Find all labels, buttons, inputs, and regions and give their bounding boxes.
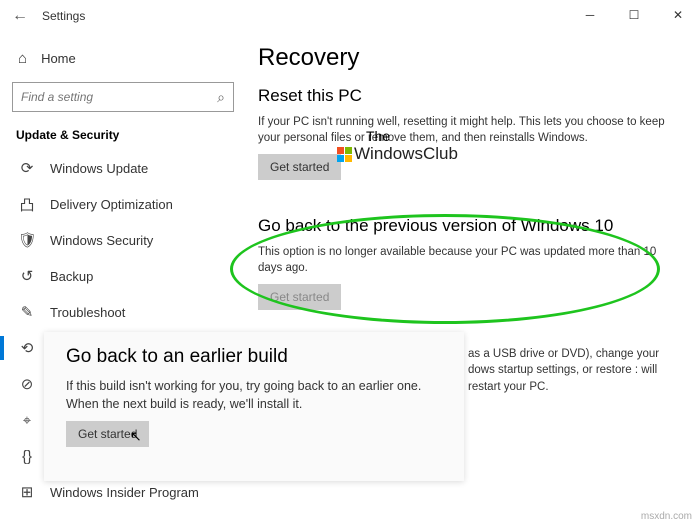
window-title: Settings <box>42 9 85 23</box>
reset-pc-section: Reset this PC If your PC isn't running w… <box>258 86 676 198</box>
activation-icon: ⊘ <box>18 375 36 393</box>
page-title: Recovery <box>258 44 676 72</box>
go-back-section: Go back to the previous version of Windo… <box>258 216 676 328</box>
advanced-body: as a USB drive or DVD), change your dows… <box>468 346 676 394</box>
shield-icon: 🛡 <box>18 231 36 249</box>
popup-get-started-button[interactable]: Get started <box>66 421 149 447</box>
recovery-icon: ⟲ <box>18 339 36 357</box>
back-icon[interactable]: ← <box>12 7 36 25</box>
sidebar-item-backup[interactable]: ↺ Backup <box>12 258 234 294</box>
source-url: msxdn.com <box>641 511 692 522</box>
search-box[interactable]: ⌕ <box>12 82 234 112</box>
popup-body: If this build isn't working for you, try… <box>66 378 446 413</box>
sidebar-item-label: Windows Insider Program <box>50 485 199 500</box>
delivery-icon: 凸 <box>18 194 36 215</box>
goback-body: This option is no longer available becau… <box>258 244 676 276</box>
titlebar: ← Settings ─ ☐ ✕ <box>0 0 700 32</box>
home-label: Home <box>41 51 76 66</box>
sidebar-item-delivery-optimization[interactable]: 凸 Delivery Optimization <box>12 186 234 222</box>
sidebar-item-troubleshoot[interactable]: ✎ Troubleshoot <box>12 294 234 330</box>
reset-heading: Reset this PC <box>258 86 676 106</box>
close-button[interactable]: ✕ <box>656 0 700 30</box>
sync-icon: ⟳ <box>18 159 36 177</box>
troubleshoot-icon: ✎ <box>18 303 36 321</box>
home-icon: ⌂ <box>18 50 27 67</box>
sidebar-item-label: Windows Update <box>50 161 148 176</box>
sidebar-item-label: Troubleshoot <box>50 305 125 320</box>
minimize-button[interactable]: ─ <box>568 0 612 30</box>
backup-icon: ↺ <box>18 267 36 285</box>
reset-body: If your PC isn't running well, resetting… <box>258 114 676 146</box>
window-controls: ─ ☐ ✕ <box>568 0 700 30</box>
sidebar-item-windows-security[interactable]: 🛡 Windows Security <box>12 222 234 258</box>
insider-icon: ⊞ <box>18 483 36 501</box>
search-icon: ⌕ <box>217 89 225 106</box>
find-icon: ⌖ <box>18 412 36 429</box>
home-nav[interactable]: ⌂ Home <box>12 40 234 76</box>
goback-get-started-button: Get started <box>258 284 341 310</box>
nav-group-title: Update & Security <box>16 128 234 142</box>
reset-get-started-button[interactable]: Get started <box>258 154 341 180</box>
settings-window: ← Settings ─ ☐ ✕ ⌂ Home ⌕ Update & Secur… <box>0 0 700 526</box>
search-input[interactable] <box>21 90 201 104</box>
sidebar-item-label: Windows Security <box>50 233 153 248</box>
sidebar-item-label: Backup <box>50 269 93 284</box>
watermark-top: The <box>366 128 390 144</box>
sidebar-item-windows-update[interactable]: ⟳ Windows Update <box>12 150 234 186</box>
earlier-build-popup: Go back to an earlier build If this buil… <box>44 332 464 481</box>
sidebar-item-label: Delivery Optimization <box>50 197 173 212</box>
developers-icon: {} <box>18 448 36 465</box>
goback-heading: Go back to the previous version of Windo… <box>258 216 676 236</box>
popup-heading: Go back to an earlier build <box>66 346 446 368</box>
maximize-button[interactable]: ☐ <box>612 0 656 30</box>
